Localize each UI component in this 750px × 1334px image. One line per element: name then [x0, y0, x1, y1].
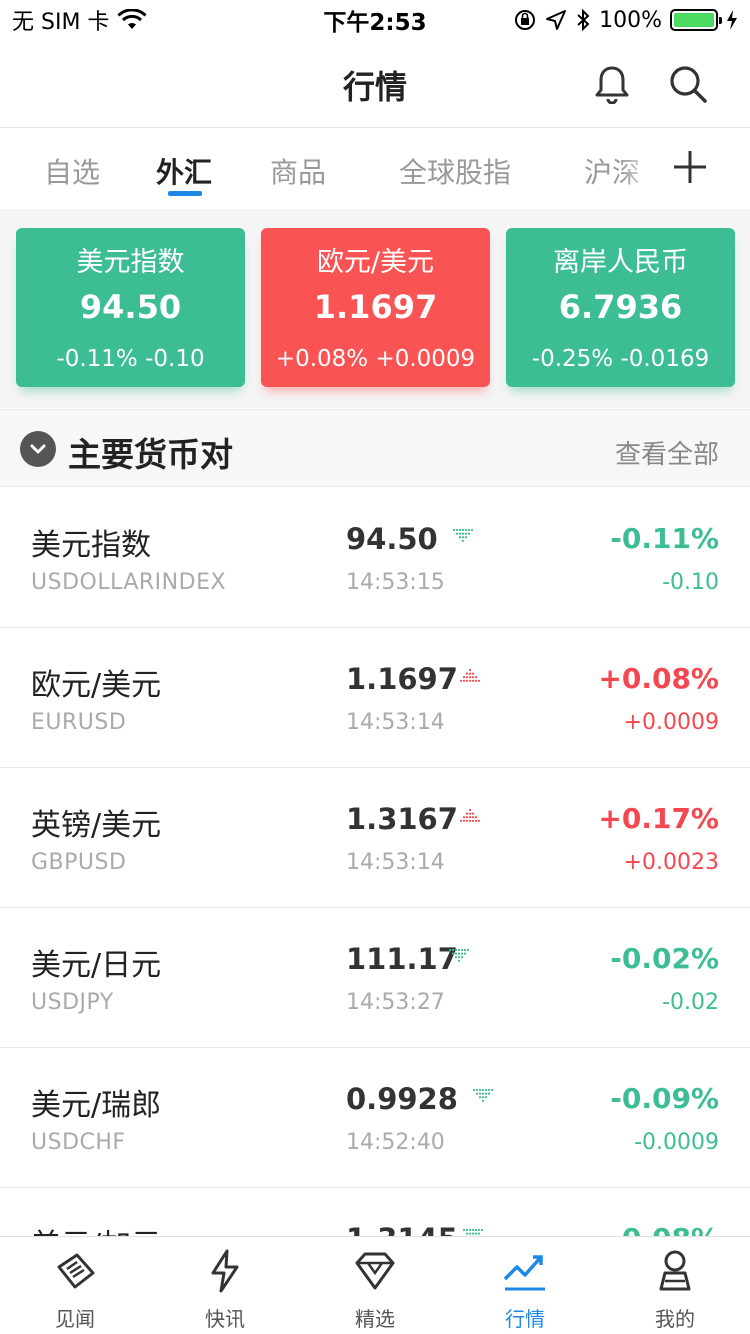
list-item[interactable]: 美元/瑞郎 USDCHF 0.9928 14:52:40 -0.09% -0.0…: [0, 1048, 750, 1188]
news-icon: [57, 1253, 95, 1289]
trend-up-icon: [459, 808, 481, 822]
card-value: 94.50: [79, 288, 182, 326]
section-header: 主要货币对 查看全部: [0, 409, 750, 487]
view-all-link[interactable]: 查看全部: [615, 434, 719, 471]
card-change: -0.11% -0.10: [56, 346, 205, 372]
index-card-eur-usd[interactable]: 欧元/美元 1.1697 +0.08% +0.0009: [261, 228, 490, 387]
carrier-label: 无 SIM 卡: [12, 10, 110, 35]
tabbar-label: 见闻: [55, 1307, 95, 1331]
trend-up-icon: [459, 668, 481, 682]
list-item[interactable]: 英镑/美元 GBPUSD 1.3167 14:53:14 +0.17% +0.0…: [0, 768, 750, 908]
bluetooth-icon: [577, 8, 590, 32]
trend-down-icon: [452, 528, 474, 542]
trend-chart-icon: [503, 1255, 545, 1291]
status-bar: 无 SIM 卡 下午2:53 100%: [0, 0, 750, 40]
charging-bolt-icon: [727, 10, 737, 30]
pair-code: GBPUSD: [31, 850, 127, 875]
pair-change: -0.10: [662, 570, 719, 595]
active-tab-indicator: [168, 191, 202, 196]
pair-code: USDCHF: [31, 1130, 126, 1155]
card-change: +0.08% +0.0009: [275, 346, 476, 372]
tabbar-label: 我的: [655, 1307, 695, 1331]
list-item[interactable]: 美元指数 USDOLLARINDEX 94.50 14:53:15 -0.11%…: [0, 488, 750, 628]
search-icon[interactable]: [668, 64, 708, 104]
pair-time: 14:53:14: [346, 850, 445, 875]
chevron-down-icon: [30, 444, 46, 454]
pair-change: +0.0023: [623, 850, 719, 875]
list-item[interactable]: 欧元/美元 EURUSD 1.1697 14:53:14 +0.08% +0.0…: [0, 628, 750, 768]
tabbar-item-flash[interactable]: 快讯: [150, 1237, 300, 1334]
tabbar-item-news[interactable]: 见闻: [0, 1237, 150, 1334]
tabbar-item-featured[interactable]: 精选: [300, 1237, 450, 1334]
bottom-tab-bar: 见闻 快讯 精选 行情 我的: [0, 1236, 750, 1334]
pair-percent-change: +0.17%: [598, 802, 719, 835]
plus-icon[interactable]: [668, 145, 712, 189]
card-value: 6.7936: [558, 288, 683, 326]
pair-name: 美元/日元: [31, 948, 162, 983]
card-name: 欧元/美元: [316, 247, 435, 278]
pair-time: 14:53:14: [346, 710, 445, 735]
pair-change: +0.0009: [623, 710, 719, 735]
tab-fade: [620, 129, 660, 209]
tab-watchlist[interactable]: 自选: [44, 151, 100, 191]
card-name: 美元指数: [76, 247, 185, 278]
tabbar-label: 精选: [355, 1307, 395, 1331]
battery-level: [674, 13, 714, 27]
page-title: 行情: [342, 68, 407, 106]
tabbar-label: 行情: [505, 1307, 545, 1331]
orientation-lock-icon: [515, 10, 536, 30]
trend-down-icon: [472, 1088, 494, 1102]
person-icon: [659, 1250, 691, 1291]
status-right: 100%: [513, 8, 738, 33]
pair-change: -0.02: [662, 990, 719, 1015]
index-cards: 美元指数 94.50 -0.11% -0.10 欧元/美元 1.1697 +0.…: [0, 209, 750, 408]
index-card-usd-index[interactable]: 美元指数 94.50 -0.11% -0.10: [16, 228, 245, 387]
pair-time: 14:53:27: [346, 990, 445, 1015]
section-title: 主要货币对: [68, 435, 233, 474]
pair-price: 1.1697: [346, 662, 458, 696]
tab-forex[interactable]: 外汇: [156, 151, 212, 191]
pair-time: 14:53:15: [346, 570, 445, 595]
pair-price: 94.50: [346, 522, 438, 556]
pair-name: 欧元/美元: [31, 668, 162, 703]
pair-percent-change: -0.02%: [610, 942, 719, 975]
pair-code: EURUSD: [31, 710, 127, 735]
trend-down-icon: [448, 948, 470, 962]
location-arrow-icon: [546, 10, 567, 30]
pair-code: USDOLLARINDEX: [31, 570, 227, 595]
category-tabs: 自选 外汇 商品 全球股指 沪深: [0, 129, 750, 209]
pair-price: 1.3167: [346, 802, 458, 836]
pair-name: 美元指数: [31, 528, 151, 563]
tab-commodities[interactable]: 商品: [270, 151, 326, 191]
index-card-cnh[interactable]: 离岸人民币 6.7936 -0.25% -0.0169: [506, 228, 735, 387]
list-item[interactable]: 美元/日元 USDJPY 111.17 14:53:27 -0.02% -0.0…: [0, 908, 750, 1048]
nav-bar: 行情: [0, 40, 750, 128]
wifi-icon: [117, 9, 147, 29]
card-value: 1.1697: [313, 288, 438, 326]
collapse-toggle[interactable]: [20, 431, 56, 467]
battery-percent: 100%: [599, 7, 662, 33]
pair-change: -0.0009: [634, 1130, 719, 1155]
tabbar-item-market[interactable]: 行情: [450, 1237, 600, 1334]
tabbar-item-me[interactable]: 我的: [600, 1237, 750, 1334]
pair-name: 美元/瑞郎: [31, 1088, 162, 1123]
diamond-icon: [355, 1252, 395, 1290]
status-left: 无 SIM 卡: [12, 4, 147, 36]
lightning-icon: [211, 1249, 239, 1293]
pair-percent-change: -0.11%: [610, 522, 719, 555]
pair-name: 英镑/美元: [31, 808, 162, 843]
card-change: -0.25% -0.0169: [531, 346, 710, 372]
pair-percent-change: -0.09%: [610, 1082, 719, 1115]
card-name: 离岸人民币: [553, 247, 688, 278]
pair-price: 111.17: [346, 942, 458, 976]
pair-time: 14:52:40: [346, 1130, 445, 1155]
bell-icon[interactable]: [594, 64, 630, 104]
pair-code: USDJPY: [31, 990, 114, 1015]
tab-global-indices[interactable]: 全球股指: [399, 151, 511, 191]
tabbar-label: 快讯: [205, 1307, 245, 1331]
pair-percent-change: +0.08%: [598, 662, 719, 695]
pair-price: 0.9928: [346, 1082, 458, 1116]
battery-icon: [670, 9, 722, 31]
